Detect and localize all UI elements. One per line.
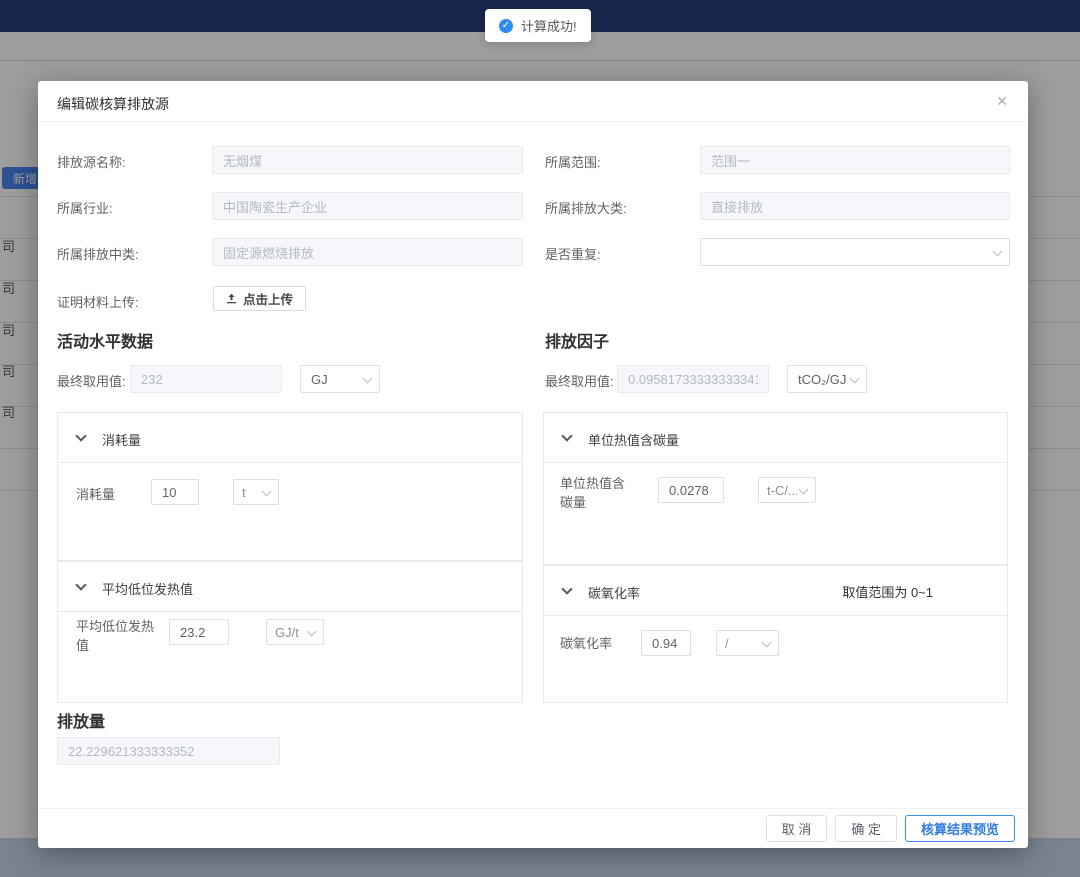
- activity-final-input: [130, 365, 282, 393]
- oxidation-rate-field-label: 碳氧化率: [560, 634, 612, 653]
- heating-value-unit-select[interactable]: GJ/t: [266, 619, 324, 645]
- panel-consumption: 消耗量 消耗量 t: [57, 412, 523, 561]
- edit-emission-source-dialog: 编辑碳核算排放源 ✕ 排放源名称: 所属范围: 所属行业: 所属排放大类: 所属…: [38, 81, 1028, 848]
- toast-text: 计算成功!: [521, 16, 577, 35]
- activity-final-label: 最终取用值:: [57, 371, 126, 390]
- scope-input: [700, 146, 1010, 174]
- factor-unit-value: tCO₂/GJ: [798, 372, 846, 387]
- panel-carbon-content-header[interactable]: 单位热值含碳量: [544, 413, 1007, 463]
- panel-consumption-title: 消耗量: [102, 430, 141, 449]
- industry-input: [212, 192, 523, 220]
- preview-result-button[interactable]: 核算结果预览: [905, 815, 1015, 842]
- carbon-content-input[interactable]: [658, 477, 724, 503]
- chevron-down-icon: [799, 485, 809, 495]
- activity-section-title: 活动水平数据: [57, 328, 153, 352]
- upload-label: 证明材料上传:: [57, 292, 139, 311]
- source-name-input: [212, 146, 523, 174]
- factor-final-label: 最终取用值:: [545, 371, 614, 390]
- duplicate-label: 是否重复:: [545, 244, 601, 263]
- dialog-footer: 取 消 确 定 核算结果预览: [38, 808, 1028, 848]
- carbon-content-field-label: 单位热值含碳量: [560, 474, 635, 512]
- upload-button[interactable]: 点击上传: [213, 286, 306, 311]
- panel-heating-value: 平均低位发热值 平均低位发热值 GJ/t: [57, 561, 523, 703]
- consumption-unit-value: t: [242, 485, 246, 500]
- app-root: 新增 司 司 司 司 司 ✓ 计算成功! 编辑碳核算排放源 ✕ 排放源名称: 所…: [0, 0, 1080, 877]
- toast-success: ✓ 计算成功!: [485, 9, 591, 42]
- chevron-down-icon: [307, 627, 317, 637]
- upload-icon: [226, 293, 237, 304]
- confirm-button[interactable]: 确 定: [835, 815, 897, 842]
- chevron-down-icon: [561, 430, 572, 441]
- chevron-down-icon: [762, 638, 772, 648]
- factor-unit-select[interactable]: tCO₂/GJ: [787, 365, 867, 393]
- panel-heating-value-header[interactable]: 平均低位发热值: [58, 562, 522, 612]
- activity-unit-value: GJ: [311, 372, 328, 387]
- heating-value-unit-value: GJ/t: [275, 625, 299, 640]
- consumption-unit-select[interactable]: t: [233, 479, 279, 505]
- panel-oxidation-rate-title: 碳氧化率: [588, 583, 640, 602]
- cancel-button[interactable]: 取 消: [766, 815, 828, 842]
- carbon-content-unit-select[interactable]: t-C/...: [758, 477, 816, 503]
- oxidation-rate-unit-select[interactable]: /: [716, 630, 779, 656]
- panel-carbon-content: 单位热值含碳量 单位热值含碳量 t-C/...: [543, 412, 1008, 565]
- oxidation-rate-range-hint: 取值范围为 0~1: [842, 582, 933, 601]
- chevron-down-icon: [850, 374, 860, 384]
- chevron-down-icon: [561, 583, 572, 594]
- panel-consumption-header[interactable]: 消耗量: [58, 413, 522, 463]
- mid-category-label: 所属排放中类:: [57, 244, 139, 263]
- source-name-label: 排放源名称:: [57, 152, 126, 171]
- factor-section-title: 排放因子: [545, 328, 609, 352]
- scope-label: 所属范围:: [545, 152, 601, 171]
- major-category-label: 所属排放大类:: [545, 198, 627, 217]
- upload-button-label: 点击上传: [243, 289, 293, 308]
- consumption-field-label: 消耗量: [76, 485, 115, 504]
- mid-category-input: [212, 238, 523, 266]
- chevron-down-icon: [363, 374, 373, 384]
- duplicate-select[interactable]: [700, 238, 1010, 266]
- heating-value-input[interactable]: [169, 619, 229, 645]
- panel-oxidation-rate-header[interactable]: 碳氧化率 取值范围为 0~1: [544, 566, 1007, 616]
- chevron-down-icon: [75, 579, 86, 590]
- panel-carbon-content-title: 单位热值含碳量: [588, 430, 679, 449]
- emission-section-title: 排放量: [57, 708, 105, 732]
- carbon-content-unit-value: t-C/...: [767, 483, 797, 498]
- activity-unit-select[interactable]: GJ: [300, 365, 380, 393]
- consumption-input[interactable]: [151, 479, 199, 505]
- factor-final-input: [617, 365, 769, 393]
- major-category-input: [700, 192, 1010, 220]
- emission-amount-input: [57, 737, 280, 765]
- dialog-header: 编辑碳核算排放源 ✕: [38, 81, 1028, 122]
- heating-value-field-label: 平均低位发热值: [76, 617, 154, 655]
- industry-label: 所属行业:: [57, 198, 113, 217]
- oxidation-rate-unit-value: /: [725, 636, 729, 651]
- panel-oxidation-rate: 碳氧化率 取值范围为 0~1 碳氧化率 /: [543, 565, 1008, 703]
- chevron-down-icon: [993, 247, 1003, 257]
- oxidation-rate-input[interactable]: [641, 630, 691, 656]
- chevron-down-icon: [75, 430, 86, 441]
- close-icon[interactable]: ✕: [996, 93, 1008, 110]
- chevron-down-icon: [262, 487, 272, 497]
- panel-heating-value-title: 平均低位发热值: [102, 579, 193, 598]
- check-circle-icon: ✓: [499, 19, 513, 33]
- dialog-title: 编辑碳核算排放源: [57, 94, 169, 114]
